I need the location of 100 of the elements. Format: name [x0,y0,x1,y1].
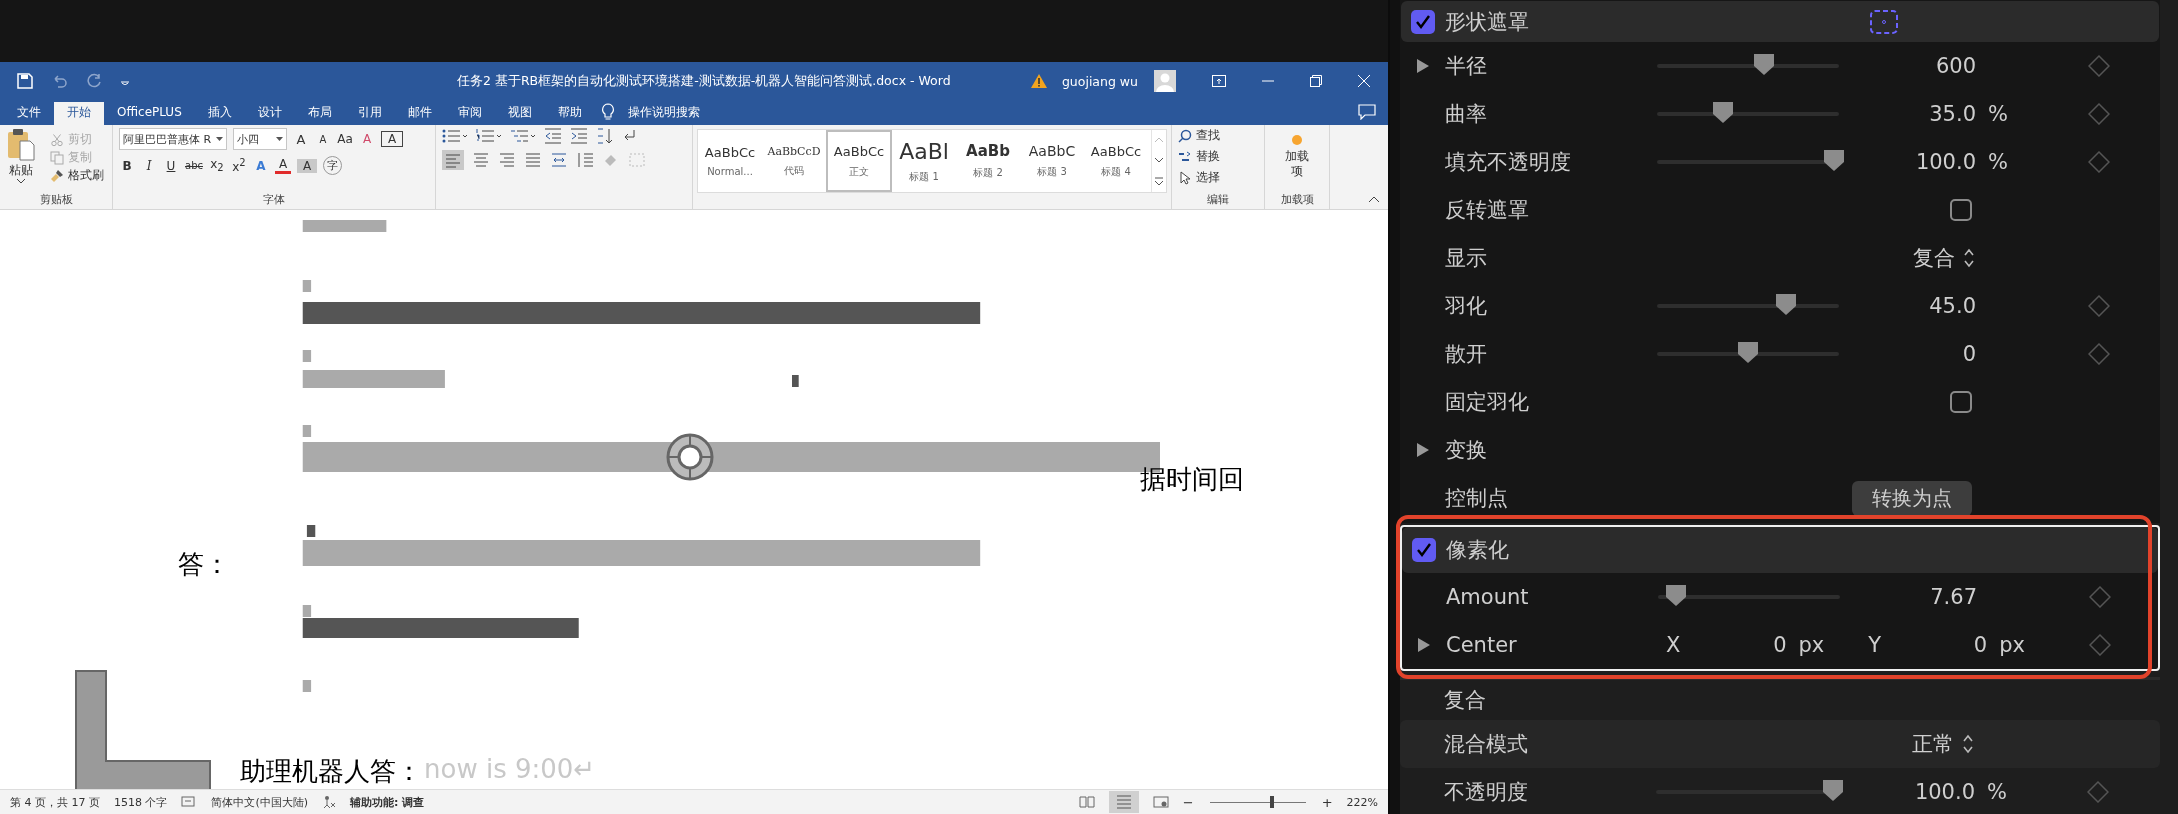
add-ins-button[interactable]: 加载项 [1283,134,1311,179]
font-button[interactable]: B [119,158,135,173]
caret-icon[interactable] [17,179,25,184]
zoom-in-button[interactable]: + [1321,794,1333,810]
ribbon-tab[interactable]: 邮件 [394,102,445,125]
style-option[interactable]: AaBl 标题 1 [892,130,956,192]
center-handle-icon[interactable] [665,432,715,482]
more-styles-icon[interactable] [1154,176,1164,186]
zoom-slider[interactable] [1207,796,1308,808]
checkbox[interactable] [1950,391,1972,413]
ribbon-tab[interactable]: 视图 [494,102,545,125]
find-button[interactable]: 查找 [1178,128,1258,143]
slider-thumb[interactable] [1821,148,1846,172]
shape-mask-icon[interactable] [1869,8,1899,35]
style-option[interactable]: AaBb 标题 2 [956,130,1020,192]
bullets-icon[interactable] [442,128,468,144]
parameter-value[interactable]: 45.0 [1851,294,1976,318]
style-option[interactable]: AaBbCcD 代码 [762,130,826,192]
read-mode-icon[interactable] [1078,796,1095,808]
font-button[interactable]: A [315,133,331,145]
ribbon-tab[interactable]: 插入 [194,102,245,125]
convert-button[interactable]: 转换为点 [1852,480,1972,516]
increase-indent-icon[interactable] [570,128,588,144]
restore-icon[interactable] [1310,75,1322,87]
font-button[interactable]: U [163,158,179,173]
keyframe-icon[interactable] [2088,343,2110,365]
lightbulb-icon[interactable] [600,103,615,121]
disclosure-triangle-icon[interactable] [1417,637,1431,653]
numbering-icon[interactable] [476,128,502,144]
font-button[interactable]: A [253,158,269,173]
slider-thumb[interactable] [1752,52,1777,76]
slider-thumb[interactable] [1664,583,1689,607]
font-button[interactable]: x$^{2}$ [231,157,247,174]
parameter-value[interactable]: 7.67 [1852,585,1977,609]
sort-icon[interactable] [596,128,614,144]
ribbon-tab[interactable]: 布局 [294,102,345,125]
undo-icon[interactable] [51,73,69,89]
parameter-value[interactable]: 0 [1881,633,1988,657]
replace-button[interactable]: 替换 [1178,149,1258,164]
slider-thumb[interactable] [1710,100,1735,124]
zoom-out-button[interactable]: − [1182,794,1194,810]
style-option[interactable]: AaBbCc Normal... [698,130,762,192]
font-size-field[interactable]: 小四 [233,128,287,150]
distributed-icon[interactable] [550,152,568,168]
user-name[interactable]: guojiang wu [1061,73,1138,89]
parameter-value[interactable]: 100.0 [1851,150,1976,174]
keyframe-icon[interactable] [2088,295,2110,317]
parameter-value[interactable]: 0 [1851,342,1976,366]
font-button[interactable]: A [381,131,403,147]
checkbox[interactable] [1950,199,1972,221]
multilevel-list-icon[interactable] [510,128,536,144]
redo-icon[interactable] [87,73,103,89]
parameter-value[interactable]: 35.0 [1851,102,1976,126]
collapse-ribbon-icon[interactable] [1368,195,1380,203]
zoom-level[interactable]: 222% [1346,795,1378,809]
language-status[interactable]: 简体中文(中国大陆) [211,794,309,810]
comment-icon[interactable] [1358,104,1376,120]
popup-menu[interactable]: 正常 [1850,730,2047,758]
font-button[interactable]: A [297,158,317,173]
paste-button[interactable]: 粘贴 [6,128,36,192]
popup-menu[interactable]: 复合 [1851,244,2048,272]
clipboard-command[interactable]: 格式刷 [50,167,104,183]
ribbon-tab[interactable]: 审阅 [444,102,495,125]
warning-icon[interactable] [1029,73,1048,89]
keyframe-icon[interactable] [2089,634,2111,656]
font-button[interactable]: A [359,132,375,146]
zoom-thumb[interactable] [1270,795,1275,808]
select-button[interactable]: 选择 [1178,170,1258,185]
caret-icon[interactable] [216,137,223,141]
print-layout-icon[interactable] [1108,791,1139,813]
style-option[interactable]: AaBbC 标题 3 [1020,130,1084,192]
ribbon-tab[interactable]: 开始 [54,102,104,125]
ribbon-tab[interactable]: 设计 [244,102,295,125]
font-button[interactable]: Aa [337,132,353,146]
parameter-value[interactable]: 0 [1680,633,1787,657]
decrease-indent-icon[interactable] [544,128,562,144]
ribbon-display-icon[interactable] [1212,75,1226,87]
font-button[interactable]: A [293,131,309,147]
accessibility-icon[interactable] [322,795,337,809]
slider-thumb[interactable] [1736,340,1760,364]
parameter-value[interactable]: 100.0 [1850,780,1975,804]
font-name-field[interactable]: 阿里巴巴普惠体 R [119,128,227,150]
checkbox[interactable] [1411,9,1435,34]
disclosure-triangle-icon[interactable] [1416,442,1430,458]
accessibility-status[interactable]: 辅助功能: 调查 [350,794,425,810]
style-option[interactable]: AaBbCc 正文 [826,130,892,192]
save-icon[interactable] [17,73,33,89]
web-layout-icon[interactable] [1152,796,1169,808]
keyframe-icon[interactable] [2088,103,2110,125]
keyframe-icon[interactable] [2089,586,2111,608]
checkbox[interactable] [1412,538,1436,562]
disclosure-triangle-icon[interactable] [1416,58,1430,74]
keyframe-icon[interactable] [2088,55,2110,77]
close-icon[interactable] [1358,75,1370,87]
search-field[interactable]: 操作说明搜索 [614,102,713,125]
caret-icon[interactable] [276,137,283,141]
ribbon-tab[interactable]: 帮助 [544,102,595,125]
slider-thumb[interactable] [1820,778,1845,802]
slider-thumb[interactable] [1774,292,1799,316]
font-button[interactable]: abc [185,160,203,171]
